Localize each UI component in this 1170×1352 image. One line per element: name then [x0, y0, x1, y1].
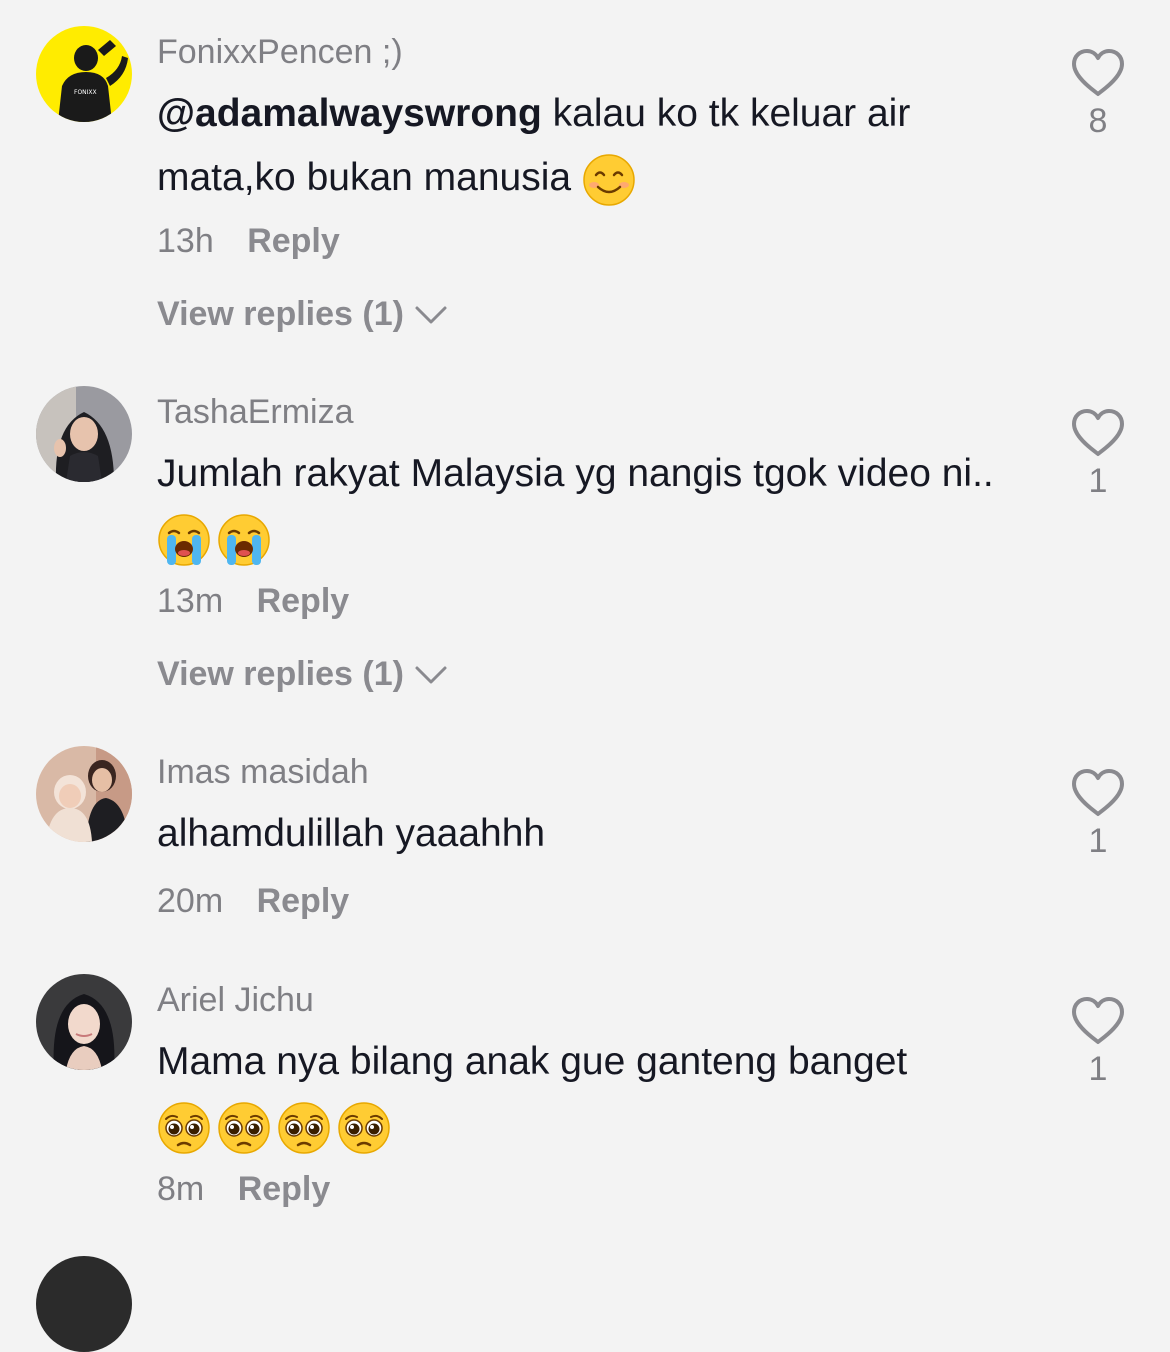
chevron-down-icon — [415, 666, 447, 683]
avatar[interactable]: FONIXX — [36, 26, 132, 122]
comment-text: @adamalwayswrong kalau ko tk keluar air … — [157, 82, 1027, 210]
comment-body: Mama nya bilang anak gue ganteng banget — [157, 1040, 908, 1083]
loudly-crying-face-emoji-icon — [157, 513, 211, 567]
loudly-crying-face-emoji-icon — [217, 513, 271, 567]
chevron-down-icon — [415, 306, 447, 323]
smiling-face-emoji-icon — [582, 153, 636, 207]
comment-username[interactable]: Ariel Jichu — [157, 981, 314, 1020]
comment-time: 8m — [157, 1170, 205, 1208]
comment-username[interactable]: Imas masidah — [157, 753, 369, 792]
reply-button[interactable]: Reply — [238, 1170, 331, 1208]
like-count: 1 — [1088, 1050, 1108, 1088]
comment-meta: 20m Reply — [157, 882, 349, 921]
avatar[interactable] — [36, 386, 132, 482]
like-count: 8 — [1088, 102, 1108, 140]
view-replies-button[interactable]: View replies (1) — [157, 295, 448, 334]
comment-text: Mama nya bilang anak gue ganteng banget — [157, 1030, 1027, 1158]
comment-meta: 13m Reply — [157, 582, 349, 621]
heart-outline-icon[interactable] — [1070, 768, 1126, 818]
comment-meta: 13h Reply — [157, 222, 340, 261]
like-button[interactable]: 8 — [1062, 48, 1134, 141]
pleading-face-emoji-icon — [337, 1101, 391, 1155]
view-replies-label: View replies (1) — [157, 295, 404, 333]
comment-time: 13m — [157, 582, 224, 620]
avatar[interactable] — [36, 1256, 132, 1352]
avatar-caption: FONIXX — [74, 89, 97, 96]
reply-button[interactable]: Reply — [247, 222, 340, 260]
comment-text: alhamdulillah yaaahhh — [157, 802, 1027, 866]
pleading-face-emoji-icon — [217, 1101, 271, 1155]
comment-body: alhamdulillah yaaahhh — [157, 812, 546, 855]
like-count: 1 — [1088, 822, 1108, 860]
comment-username[interactable]: TashaErmiza — [157, 393, 354, 432]
heart-outline-icon[interactable] — [1070, 408, 1126, 458]
comment-text: Jumlah rakyat Malaysia yg nangis tgok vi… — [157, 442, 1027, 570]
view-replies-button[interactable]: View replies (1) — [157, 655, 448, 694]
like-count: 1 — [1088, 462, 1108, 500]
reply-button[interactable]: Reply — [257, 582, 350, 620]
mention-link[interactable]: @adamalwayswrong — [157, 92, 542, 135]
comment-time: 20m — [157, 882, 224, 920]
comment-time: 13h — [157, 222, 214, 260]
reply-button[interactable]: Reply — [257, 882, 350, 920]
comment-meta: 8m Reply — [157, 1170, 330, 1209]
comment-body: Jumlah rakyat Malaysia yg nangis tgok vi… — [157, 452, 994, 495]
heart-outline-icon[interactable] — [1070, 48, 1126, 98]
comment-username[interactable]: FonixxPencen ;) — [157, 33, 403, 72]
avatar[interactable] — [36, 746, 132, 842]
avatar[interactable] — [36, 974, 132, 1070]
pleading-face-emoji-icon — [157, 1101, 211, 1155]
like-button[interactable]: 1 — [1062, 996, 1134, 1089]
like-button[interactable]: 1 — [1062, 408, 1134, 501]
like-button[interactable]: 1 — [1062, 768, 1134, 861]
pleading-face-emoji-icon — [277, 1101, 331, 1155]
heart-outline-icon[interactable] — [1070, 996, 1126, 1046]
view-replies-label: View replies (1) — [157, 655, 404, 693]
